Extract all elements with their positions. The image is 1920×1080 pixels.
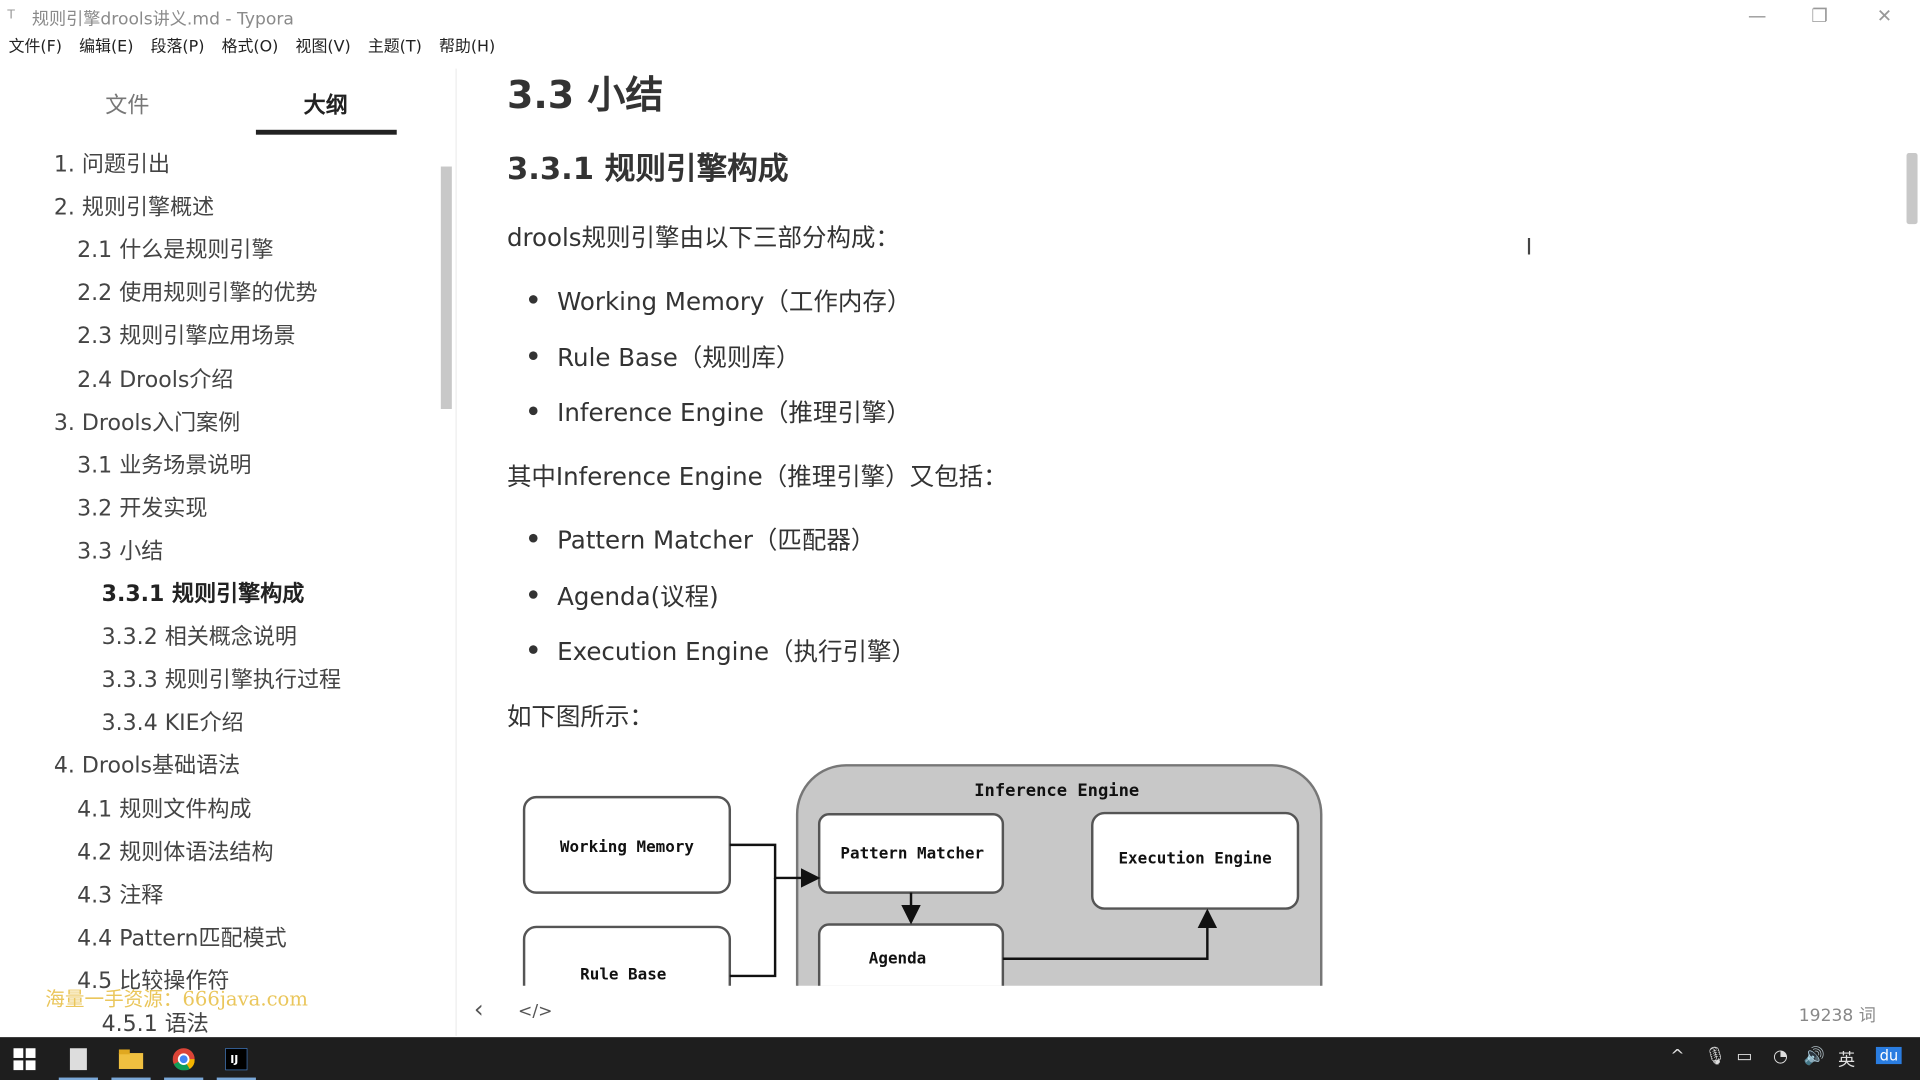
menu-paragraph[interactable]: 段落(P) xyxy=(142,34,213,61)
typora-window: T 规则引擎drools讲义.md - Typora — ❐ ✕ 文件(F) 编… xyxy=(0,0,1920,1080)
paragraph-inference: 其中Inference Engine（推理引擎）又包括： xyxy=(506,461,1008,492)
menu-view[interactable]: 视图(V) xyxy=(287,34,359,61)
menu-help[interactable]: 帮助(H) xyxy=(430,34,503,61)
window-title: 规则引擎drools讲义.md - Typora xyxy=(31,9,294,30)
menu-bar: 文件(F) 编辑(E) 段落(P) 格式(O) 视图(V) 主题(T) 帮助(H… xyxy=(0,34,514,61)
network-icon[interactable]: ◔ xyxy=(1773,1047,1788,1067)
microphone-icon[interactable]: 🎙 xyxy=(1704,1047,1726,1067)
sidebar: 文件 大纲 1. 问题引出 2. 规则引擎概述 2.1 什么是规则引擎 2.2 使用规… xyxy=(0,68,457,1037)
list-item: Pattern Matcher（匹配器） xyxy=(557,525,876,555)
battery-icon[interactable]: ▭ xyxy=(1736,1047,1752,1067)
bullet-icon xyxy=(528,589,538,599)
execution-engine-label: Execution Engine xyxy=(1118,848,1271,867)
taskbar: IJ ^ 🎙 ▭ ◔ 🔊 英 du xyxy=(0,1037,1920,1080)
tab-outline[interactable]: 大纲 xyxy=(252,88,399,120)
rule-base-label: Rule Base xyxy=(580,965,666,984)
heading-3-3-1: 3.3.1 规则引擎构成 xyxy=(506,150,789,187)
menu-edit[interactable]: 编辑(E) xyxy=(71,34,142,61)
tray-chevron-icon[interactable]: ^ xyxy=(1670,1047,1684,1067)
outline-item[interactable]: 3.3.2 相关概念说明 xyxy=(102,620,297,652)
list-item: Rule Base（规则库） xyxy=(557,342,801,372)
list-item: Agenda(议程) xyxy=(557,581,719,611)
status-bar: ‹ </> 19238 词 xyxy=(457,987,1920,1036)
rule-engine-diagram: Inference Engine Working Memory Rule Bas… xyxy=(522,764,1323,986)
restore-button[interactable]: ❐ xyxy=(1791,2,1847,29)
word-count[interactable]: 19238 词 xyxy=(1799,1003,1876,1027)
baidu-input-icon[interactable]: du xyxy=(1875,1046,1902,1065)
toggle-sidebar-icon[interactable]: ‹ xyxy=(474,994,484,1023)
inference-engine-label: Inference Engine xyxy=(974,781,1139,801)
bullet-icon xyxy=(528,295,538,304)
title-bar: T 规则引擎drools讲义.md - Typora — ❐ ✕ xyxy=(0,0,1920,32)
text-cursor-icon: I xyxy=(1525,235,1533,261)
outline-item[interactable]: 2.2 使用规则引擎的优势 xyxy=(77,276,317,308)
outline-item[interactable]: 3. Drools入门案例 xyxy=(54,405,240,437)
outline-item[interactable]: 3.3.3 规则引擎执行过程 xyxy=(102,663,341,695)
editor-content[interactable]: 3.3 小结 3.3.1 规则引擎构成 drools规则引擎由以下三部分构成： … xyxy=(457,61,1920,986)
heading-3-3: 3.3 小结 xyxy=(506,73,664,118)
outline-item[interactable]: 3.3.1 规则引擎构成 xyxy=(102,577,305,609)
sidebar-scrollbar[interactable] xyxy=(440,166,452,409)
outline-item[interactable]: 3.2 开发实现 xyxy=(77,491,207,523)
outline-item[interactable]: 4.2 规则体语法结构 xyxy=(77,835,273,867)
outline-item[interactable]: 4.1 规则文件构成 xyxy=(77,792,251,824)
outline-item[interactable]: 3.3.4 KIE介绍 xyxy=(102,706,244,738)
paragraph-figure: 如下图所示： xyxy=(506,701,654,732)
typora-taskbar-icon[interactable] xyxy=(54,1037,103,1080)
arrow-rb-to-pm xyxy=(729,877,777,978)
menu-file[interactable]: 文件(F) xyxy=(0,34,71,61)
list-item: Execution Engine（执行引擎） xyxy=(557,636,916,667)
minimize-button[interactable]: — xyxy=(1729,2,1785,29)
bullet-icon xyxy=(528,533,538,543)
list-item: Inference Engine（推理引擎） xyxy=(557,397,911,428)
outline-item[interactable]: 2.3 规则引擎应用场景 xyxy=(77,319,295,351)
close-button[interactable]: ✕ xyxy=(1856,2,1912,29)
outline-item[interactable]: 4. Drools基础语法 xyxy=(54,749,240,781)
working-memory-label: Working Memory xyxy=(560,837,694,856)
source-code-mode-icon[interactable]: </> xyxy=(518,1002,553,1022)
chrome-icon[interactable] xyxy=(159,1037,208,1080)
outline-item[interactable]: 4.4 Pattern匹配模式 xyxy=(77,921,287,953)
ime-indicator[interactable]: 英 xyxy=(1838,1047,1855,1071)
outline-item[interactable]: 2.1 什么是规则引擎 xyxy=(77,233,273,265)
watermark: 海量一手资源：666java.com xyxy=(45,986,308,1011)
outline-item[interactable]: 1. 问题引出 xyxy=(54,147,170,179)
outline-item[interactable]: 4.3 注释 xyxy=(77,878,163,910)
windows-start-icon[interactable] xyxy=(0,1037,49,1080)
volume-icon[interactable]: 🔊 xyxy=(1804,1047,1825,1067)
editor-scrollbar[interactable] xyxy=(1906,153,1918,225)
paragraph-intro: drools规则引擎由以下三部分构成： xyxy=(506,222,900,253)
intellij-idea-icon[interactable]: IJ xyxy=(212,1037,261,1080)
outline-item[interactable]: 3.1 业务场景说明 xyxy=(77,448,251,480)
menu-format[interactable]: 格式(O) xyxy=(213,34,287,61)
pattern-matcher-label: Pattern Matcher xyxy=(840,843,984,862)
agenda-label: Agenda xyxy=(869,949,926,968)
typora-app-icon: T xyxy=(7,8,15,23)
tab-files[interactable]: 文件 xyxy=(54,88,201,120)
active-tab-indicator xyxy=(255,129,397,135)
outline-item[interactable]: 2. 规则引擎概述 xyxy=(54,190,214,222)
bullet-icon xyxy=(528,350,538,360)
list-item: Working Memory（工作内存） xyxy=(557,286,912,316)
file-explorer-icon[interactable] xyxy=(107,1037,156,1080)
outline-item[interactable]: 2.4 Drools介绍 xyxy=(77,362,233,394)
menu-theme[interactable]: 主题(T) xyxy=(359,34,430,61)
bullet-icon xyxy=(528,645,538,654)
svg-text:IJ: IJ xyxy=(230,1052,238,1065)
bullet-icon xyxy=(528,406,538,416)
outline-item[interactable]: 3.3 小结 xyxy=(77,534,163,566)
